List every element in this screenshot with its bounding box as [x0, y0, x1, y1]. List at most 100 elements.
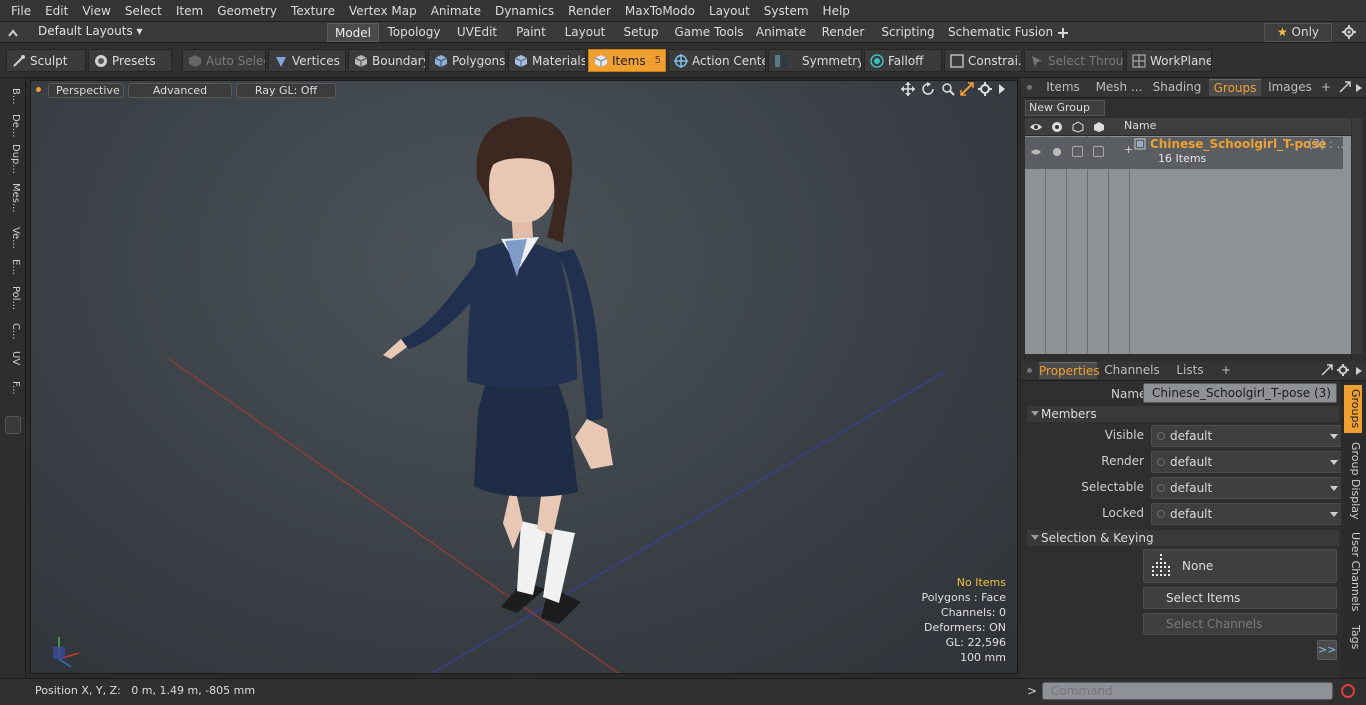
- add-panel-tab-button[interactable]: +: [1319, 79, 1333, 96]
- layout-preset-dropdown[interactable]: Default Layouts ▾: [38, 24, 143, 38]
- constraints-button[interactable]: Constrai...: [944, 49, 1022, 72]
- tab-render[interactable]: Render: [818, 23, 868, 42]
- tab-game-tools[interactable]: Game Tools: [674, 23, 744, 42]
- left-tab-polygon[interactable]: Pol...: [5, 282, 21, 314]
- tab-mesh[interactable]: Mesh ...: [1093, 79, 1145, 96]
- auto-select-button[interactable]: Auto Select: [182, 49, 266, 72]
- menu-dynamics[interactable]: Dynamics: [488, 0, 561, 22]
- row-render-icon[interactable]: [1052, 146, 1062, 156]
- more-button[interactable]: >>: [1317, 640, 1337, 660]
- new-group-button[interactable]: New Group: [1025, 100, 1105, 116]
- vertices-button[interactable]: Vertices 1: [268, 49, 346, 72]
- left-tab-mesh-edit[interactable]: Mes...: [5, 178, 21, 218]
- select-through-button[interactable]: Select Through: [1024, 49, 1124, 72]
- panel-menu-dot-icon[interactable]: [1027, 85, 1032, 90]
- tab-channels[interactable]: Channels: [1103, 362, 1161, 379]
- locked-dropdown[interactable]: default: [1151, 503, 1345, 525]
- keying-button[interactable]: None: [1143, 549, 1337, 583]
- visibility-col-icon[interactable]: [1029, 121, 1043, 133]
- tab-images[interactable]: Images: [1267, 79, 1313, 96]
- left-tab-curve[interactable]: C...: [5, 320, 21, 342]
- selectable-dropdown[interactable]: default: [1151, 477, 1345, 499]
- left-tab-duplicate[interactable]: Dup...: [5, 144, 21, 174]
- panel-arrow-icon[interactable]: [1355, 82, 1363, 92]
- menu-system[interactable]: System: [757, 0, 816, 22]
- workplane-button[interactable]: WorkPlane: [1126, 49, 1212, 72]
- render-dropdown[interactable]: default: [1151, 451, 1345, 473]
- menu-render[interactable]: Render: [561, 0, 618, 22]
- tab-uvedit[interactable]: UVEdit: [454, 23, 500, 42]
- props-expand-icon[interactable]: [1321, 364, 1333, 376]
- side-tab-user-channels[interactable]: User Channels: [1344, 529, 1362, 615]
- tab-items[interactable]: Items: [1039, 79, 1087, 96]
- symmetry-button[interactable]: Symmetry: [768, 49, 862, 72]
- row-lock-checkbox[interactable]: [1093, 146, 1104, 157]
- left-tab-edge[interactable]: E...: [5, 256, 21, 278]
- menu-edit[interactable]: Edit: [38, 0, 75, 22]
- expand-group-icon[interactable]: +: [1124, 143, 1133, 156]
- row-select-checkbox[interactable]: [1072, 146, 1083, 157]
- items-button[interactable]: Items 5: [588, 49, 666, 72]
- tab-lists[interactable]: Lists: [1167, 362, 1213, 379]
- menu-item[interactable]: Item: [169, 0, 210, 22]
- select-col-icon[interactable]: [1071, 121, 1085, 133]
- visible-dropdown[interactable]: default: [1151, 425, 1345, 447]
- lock-col-icon[interactable]: [1092, 121, 1106, 133]
- menu-animate[interactable]: Animate: [424, 0, 488, 22]
- menu-select[interactable]: Select: [118, 0, 169, 22]
- presets-button[interactable]: Presets: [88, 49, 172, 72]
- menu-vertex-map[interactable]: Vertex Map: [342, 0, 424, 22]
- left-tabs-options-button[interactable]: [5, 416, 21, 434]
- tab-topology[interactable]: Topology: [384, 23, 444, 42]
- menu-layout[interactable]: Layout: [702, 0, 757, 22]
- left-tab-vertex[interactable]: Ve...: [5, 224, 21, 252]
- side-tab-group-display[interactable]: Group Display: [1344, 437, 1362, 525]
- menu-help[interactable]: Help: [816, 0, 857, 22]
- panel-expand-icon[interactable]: [1339, 81, 1351, 93]
- name-col-header[interactable]: Name: [1124, 119, 1156, 132]
- left-tab-basic[interactable]: B...: [5, 84, 21, 108]
- action-center-button[interactable]: Action Center: [668, 49, 766, 72]
- menu-view[interactable]: View: [75, 0, 117, 22]
- record-macro-icon[interactable]: [1340, 683, 1356, 699]
- layout-collapse-icon[interactable]: [8, 27, 18, 37]
- select-items-button[interactable]: Select Items: [1143, 587, 1337, 609]
- left-tab-uv[interactable]: UV: [5, 348, 21, 368]
- tab-schematic-fusion[interactable]: Schematic Fusion: [948, 23, 1053, 42]
- menu-maxtomodo[interactable]: MaxToModo: [618, 0, 702, 22]
- row-visibility-icon[interactable]: [1031, 146, 1041, 156]
- props-settings-icon[interactable]: [1337, 364, 1349, 376]
- tab-groups[interactable]: Groups: [1209, 79, 1261, 96]
- group-row[interactable]: + Chinese_Schoolgirl_T-pose (3) : ... 16…: [1025, 137, 1348, 169]
- only-toggle[interactable]: ★ Only: [1264, 23, 1332, 42]
- side-tab-tags[interactable]: Tags: [1344, 619, 1362, 655]
- materials-button[interactable]: Materials: [508, 49, 586, 72]
- tab-setup[interactable]: Setup: [620, 23, 662, 42]
- add-tab-button[interactable]: +: [1052, 23, 1074, 42]
- tab-paint[interactable]: Paint: [512, 23, 550, 42]
- group-name[interactable]: Chinese_Schoolgirl_T-pose: [1150, 137, 1327, 151]
- falloff-button[interactable]: Falloff: [864, 49, 942, 72]
- members-section-header[interactable]: Members: [1027, 406, 1339, 422]
- tab-model[interactable]: Model: [327, 23, 379, 42]
- sculpt-button[interactable]: Sculpt: [6, 49, 86, 72]
- 3d-viewport[interactable]: Perspective Advanced Ray GL: Off No Item…: [30, 80, 1018, 674]
- selection-keying-section-header[interactable]: Selection & Keying: [1027, 530, 1339, 546]
- name-field[interactable]: Chinese_Schoolgirl_T-pose (3): [1143, 383, 1337, 403]
- tab-animate[interactable]: Animate: [754, 23, 808, 42]
- menu-file[interactable]: File: [4, 0, 38, 22]
- props-menu-dot-icon[interactable]: [1027, 368, 1032, 373]
- side-tab-groups[interactable]: Groups: [1344, 385, 1362, 433]
- groups-scrollbar[interactable]: [1352, 118, 1362, 354]
- render-col-icon[interactable]: [1050, 121, 1064, 133]
- tab-properties[interactable]: Properties: [1039, 362, 1100, 379]
- left-tab-deform[interactable]: De...: [5, 112, 21, 140]
- polygons-button[interactable]: Polygons: [428, 49, 506, 72]
- command-input[interactable]: [1042, 682, 1333, 700]
- menu-texture[interactable]: Texture: [284, 0, 342, 22]
- boundary-button[interactable]: Boundary: [348, 49, 426, 72]
- props-arrow-icon[interactable]: [1355, 365, 1363, 375]
- tab-shading[interactable]: Shading: [1151, 79, 1203, 96]
- menu-geometry[interactable]: Geometry: [210, 0, 284, 22]
- tab-layout[interactable]: Layout: [562, 23, 608, 42]
